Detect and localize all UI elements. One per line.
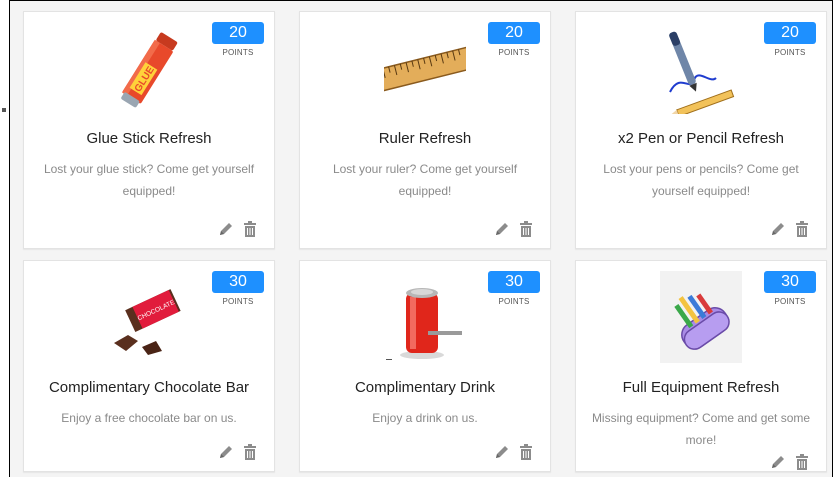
rewards-grid: GLUE 20 POINTS Glue Stick Refresh Lost y…: [10, 1, 832, 477]
trash-icon: [796, 454, 808, 470]
edit-button[interactable]: [494, 220, 510, 238]
pencil-icon: [220, 446, 232, 458]
reward-title: Ruler Refresh: [378, 130, 472, 147]
reward-description: Lost your ruler? Come get yourself equip…: [332, 162, 518, 198]
points-label: POINTS: [774, 48, 806, 57]
reward-card[interactable]: 20 POINTS Ruler Refresh Lost your ruler?…: [299, 11, 551, 249]
pencil-icon: [220, 223, 232, 235]
delete-button[interactable]: [518, 443, 534, 461]
points-value: 20: [764, 22, 816, 44]
reward-card[interactable]: 30 POINTS Full Equipment Refresh Missing…: [575, 260, 827, 472]
pen-pencil-icon: [660, 22, 742, 114]
edit-button[interactable]: [770, 220, 786, 238]
pencil-icon: [496, 223, 508, 235]
reward-title: Complimentary Chocolate Bar: [48, 379, 250, 396]
delete-button[interactable]: [794, 453, 810, 471]
card-actions: [218, 443, 258, 461]
delete-button[interactable]: [242, 220, 258, 238]
delete-button[interactable]: [242, 443, 258, 461]
pencil-case-icon: [660, 271, 742, 363]
reward-card[interactable]: 30 POINTS Complimentary Drink Enjoy a dr…: [299, 260, 551, 472]
points-label: POINTS: [222, 297, 254, 306]
chocolate-bar-icon: CHOCOLATE: [108, 271, 190, 363]
points-badge: 20 POINTS: [488, 22, 540, 57]
trash-icon: [796, 221, 808, 237]
reward-description: Missing equipment? Come and get some mor…: [591, 411, 811, 447]
reward-description: Enjoy a drink on us.: [372, 411, 478, 425]
card-actions: [770, 453, 810, 471]
card-actions: [770, 220, 810, 238]
points-badge: 30 POINTS: [764, 271, 816, 306]
trash-icon: [244, 444, 256, 460]
points-label: POINTS: [498, 48, 530, 57]
points-label: POINTS: [498, 297, 530, 306]
reward-title: Glue Stick Refresh: [86, 130, 212, 147]
reward-title: Full Equipment Refresh: [622, 379, 780, 396]
points-value: 30: [764, 271, 816, 293]
delete-button[interactable]: [794, 220, 810, 238]
trash-icon: [520, 444, 532, 460]
points-badge: 30 POINTS: [212, 271, 264, 306]
points-value: 20: [212, 22, 264, 44]
card-actions: [218, 220, 258, 238]
drink-can-icon: [384, 271, 466, 363]
points-badge: 30 POINTS: [488, 271, 540, 306]
points-label: POINTS: [774, 297, 806, 306]
edit-button[interactable]: [218, 443, 234, 461]
trash-icon: [520, 221, 532, 237]
trash-icon: [244, 221, 256, 237]
points-value: 20: [488, 22, 540, 44]
glue-stick-icon: GLUE: [108, 22, 190, 114]
delete-button[interactable]: [518, 220, 534, 238]
ruler-icon: [384, 22, 466, 114]
card-actions: [494, 220, 534, 238]
pencil-icon: [772, 456, 784, 468]
pencil-icon: [772, 223, 784, 235]
points-value: 30: [488, 271, 540, 293]
rewards-panel: GLUE 20 POINTS Glue Stick Refresh Lost y…: [9, 0, 833, 477]
points-value: 30: [212, 271, 264, 293]
reward-card[interactable]: 20 POINTS x2 Pen or Pencil Refresh Lost …: [575, 11, 827, 249]
edit-button[interactable]: [770, 453, 786, 471]
reward-title: Complimentary Drink: [354, 379, 496, 396]
reward-card[interactable]: CHOCOLATE 30 POINTS Complimentary Chocol…: [23, 260, 275, 472]
reward-description: Lost your pens or pencils? Come get your…: [603, 162, 799, 198]
pencil-icon: [496, 446, 508, 458]
reward-card[interactable]: GLUE 20 POINTS Glue Stick Refresh Lost y…: [23, 11, 275, 249]
edge-marker: [2, 108, 6, 112]
edit-button[interactable]: [494, 443, 510, 461]
points-badge: 20 POINTS: [764, 22, 816, 57]
points-label: POINTS: [222, 48, 254, 57]
reward-description: Lost your glue stick? Come get yourself …: [43, 162, 255, 198]
edit-button[interactable]: [218, 220, 234, 238]
card-actions: [494, 443, 534, 461]
reward-title: x2 Pen or Pencil Refresh: [618, 130, 784, 147]
reward-description: Enjoy a free chocolate bar on us.: [61, 411, 237, 425]
points-badge: 20 POINTS: [212, 22, 264, 57]
